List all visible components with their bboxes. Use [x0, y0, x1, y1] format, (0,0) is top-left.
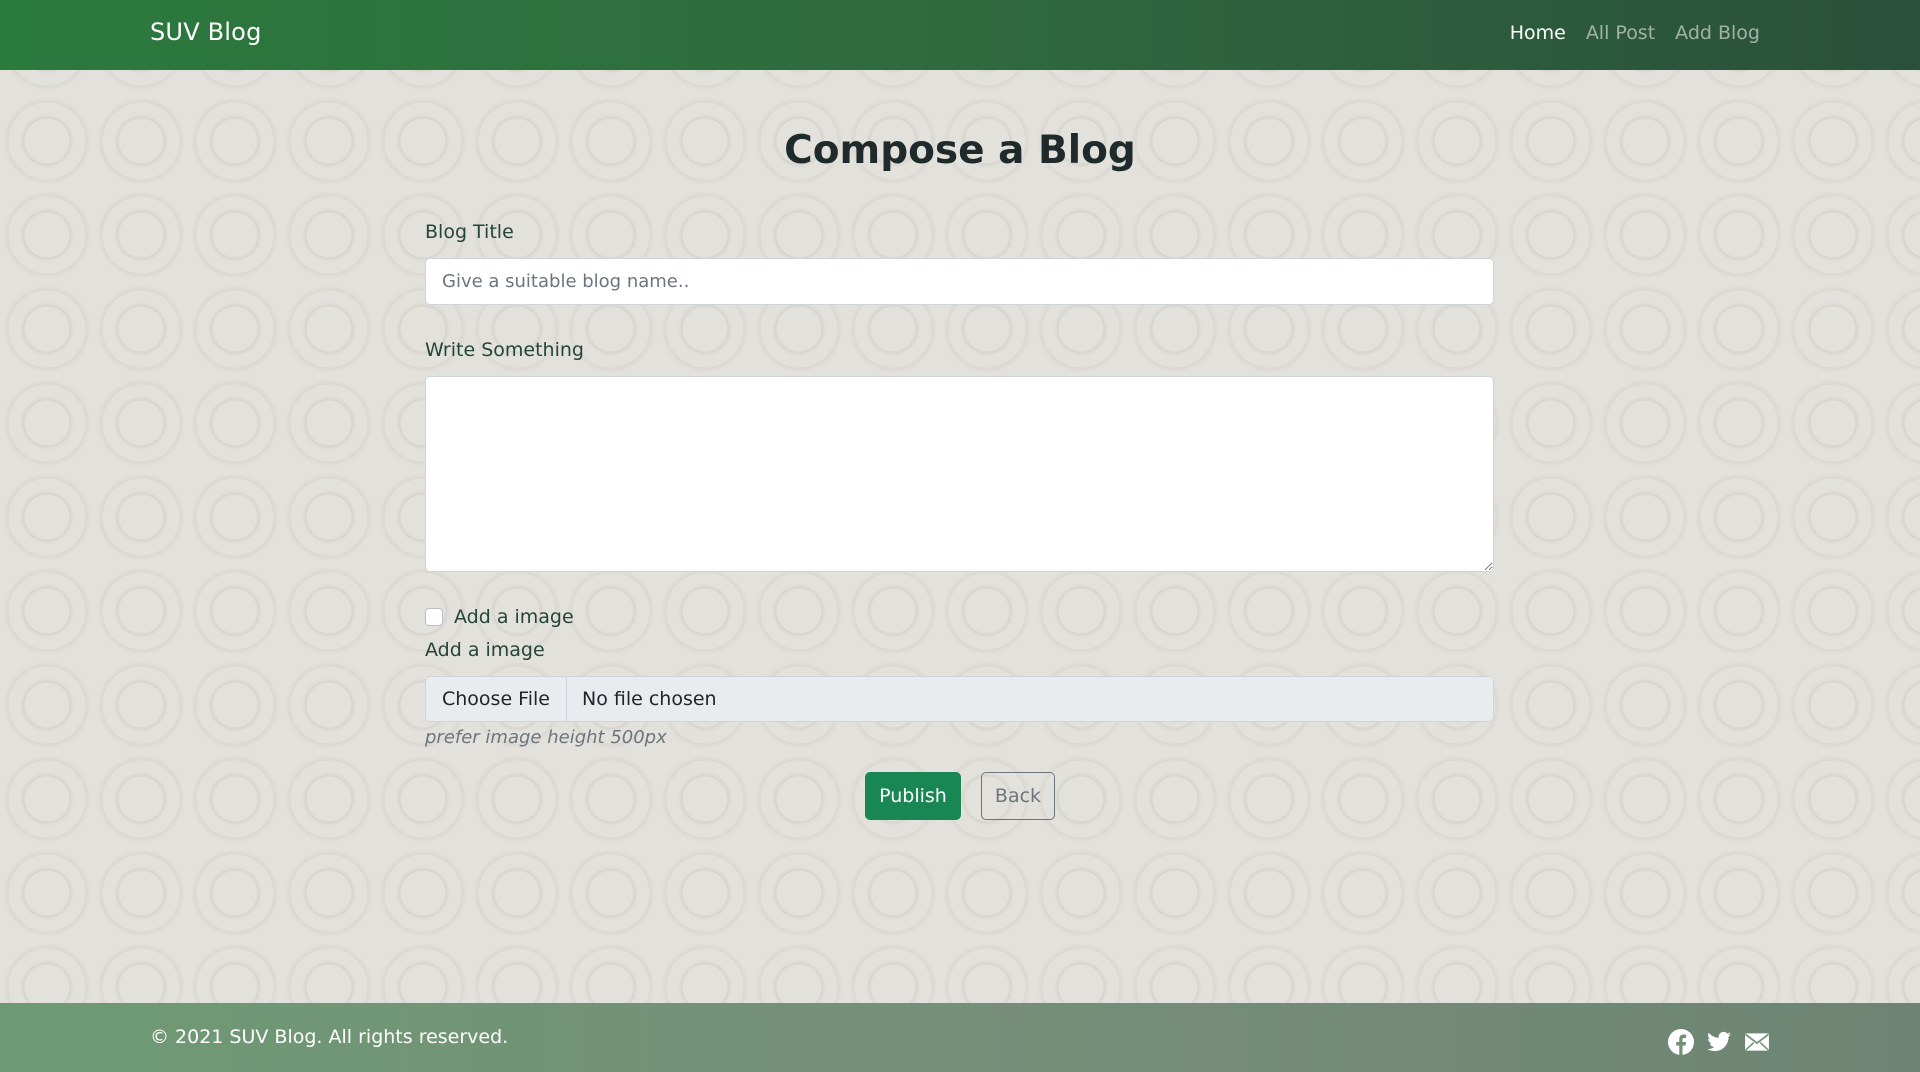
nav-links: Home All Post Add Blog — [1510, 22, 1760, 44]
image-file-input[interactable]: Choose File No file chosen — [425, 676, 1494, 722]
brand-logo[interactable]: SUV Blog — [150, 18, 262, 46]
mail-icon[interactable] — [1744, 1029, 1770, 1055]
add-image-checkbox-row: Add a image — [425, 606, 574, 628]
add-image-label: Add a image — [425, 639, 545, 661]
blog-title-input[interactable] — [425, 258, 1494, 305]
nav-link-home[interactable]: Home — [1510, 22, 1566, 44]
blog-title-label: Blog Title — [425, 221, 514, 243]
nav-link-add-blog[interactable]: Add Blog — [1675, 22, 1760, 44]
footer: © 2021 SUV Blog. All rights reserved. — [0, 1003, 1920, 1072]
navbar: SUV Blog Home All Post Add Blog — [0, 0, 1920, 70]
image-hint: prefer image height 500px — [425, 727, 667, 748]
file-status-text: No file chosen — [581, 688, 717, 710]
copyright-text: © 2021 SUV Blog. All rights reserved. — [150, 1026, 509, 1048]
publish-button[interactable]: Publish — [865, 772, 961, 820]
blog-body-textarea[interactable] — [425, 376, 1494, 572]
add-image-checkbox[interactable] — [425, 608, 443, 626]
back-button[interactable]: Back — [981, 772, 1055, 820]
nav-link-all-post[interactable]: All Post — [1586, 22, 1655, 44]
twitter-icon[interactable] — [1706, 1029, 1732, 1055]
add-image-checkbox-label[interactable]: Add a image — [454, 606, 574, 628]
facebook-icon[interactable] — [1668, 1029, 1694, 1055]
page-title: Compose a Blog — [784, 128, 1136, 173]
choose-file-button[interactable]: Choose File — [426, 677, 567, 721]
social-links — [1668, 1029, 1770, 1055]
write-something-label: Write Something — [425, 339, 584, 361]
